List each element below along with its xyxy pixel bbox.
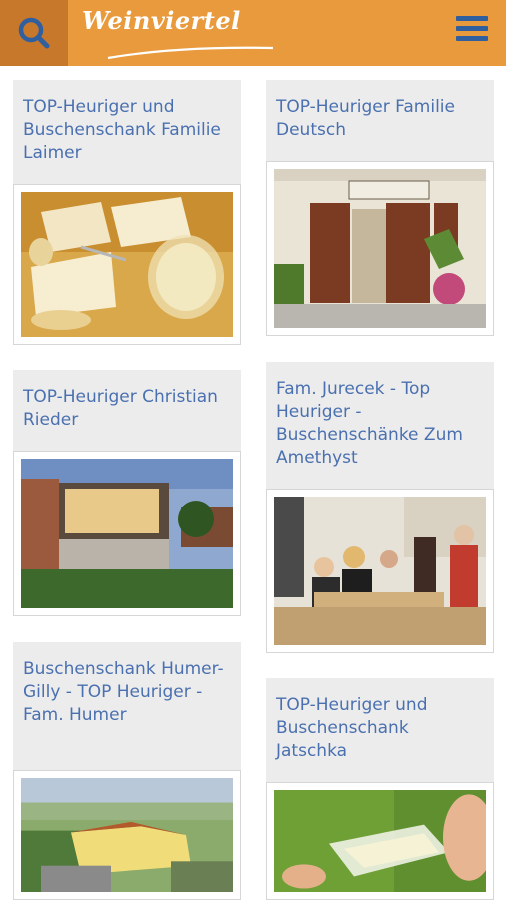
- card-image-frame[interactable]: [266, 782, 494, 900]
- listing-card[interactable]: TOP-Heuriger und Buschenschank Familie L…: [13, 80, 241, 345]
- hamburger-menu-icon: [456, 16, 488, 21]
- logo-text: Weinviertel: [82, 6, 241, 35]
- listing-card[interactable]: TOP-Heuriger und Buschenschank Jatschka: [266, 678, 494, 900]
- guests-at-table-photo: [274, 497, 486, 645]
- card-title[interactable]: TOP-Heuriger Christian Rieder: [23, 386, 231, 432]
- listing-card[interactable]: Buschenschank Humer-Gilly - TOP Heuriger…: [13, 642, 241, 900]
- card-title[interactable]: Fam. Jurecek - Top Heuriger - Buschensch…: [276, 378, 484, 470]
- search-button[interactable]: [0, 0, 68, 66]
- card-title-box: TOP-Heuriger und Buschenschank Jatschka: [266, 678, 494, 782]
- listing-card[interactable]: Fam. Jurecek - Top Heuriger - Buschensch…: [266, 362, 494, 653]
- card-title-box: Fam. Jurecek - Top Heuriger - Buschensch…: [266, 362, 494, 489]
- card-title[interactable]: Buschenschank Humer-Gilly - TOP Heuriger…: [23, 658, 231, 727]
- listing-card[interactable]: TOP-Heuriger Familie Deutsch: [266, 80, 494, 336]
- card-image-frame[interactable]: [13, 770, 241, 900]
- weinviertel-logo[interactable]: Weinviertel: [78, 6, 278, 60]
- heuriger-entrance-photo: [274, 169, 486, 328]
- card-image-frame[interactable]: [13, 184, 241, 345]
- card-title-box: TOP-Heuriger Familie Deutsch: [266, 80, 494, 161]
- card-title-box: TOP-Heuriger Christian Rieder: [13, 370, 241, 451]
- card-image-frame[interactable]: [266, 161, 494, 336]
- card-image-frame[interactable]: [13, 451, 241, 616]
- card-title[interactable]: TOP-Heuriger und Buschenschank Jatschka: [276, 694, 484, 763]
- cheese-and-wine-photo: [21, 192, 233, 337]
- modern-winery-building-photo: [21, 459, 233, 608]
- card-image-frame[interactable]: [266, 489, 494, 653]
- card-title[interactable]: TOP-Heuriger und Buschenschank Familie L…: [23, 96, 231, 165]
- card-title[interactable]: TOP-Heuriger Familie Deutsch: [276, 96, 484, 142]
- app-header: Weinviertel: [0, 0, 506, 66]
- card-title-box: Buschenschank Humer-Gilly - TOP Heuriger…: [13, 642, 241, 770]
- hamburger-menu-button[interactable]: [456, 16, 488, 46]
- logo-swoosh-icon: [107, 46, 274, 60]
- listing-card[interactable]: TOP-Heuriger Christian Rieder: [13, 370, 241, 616]
- aerial-farm-photo: [21, 778, 233, 892]
- search-icon: [18, 17, 50, 49]
- card-title-box: TOP-Heuriger und Buschenschank Familie L…: [13, 80, 241, 184]
- wine-tasting-photo: [274, 790, 486, 892]
